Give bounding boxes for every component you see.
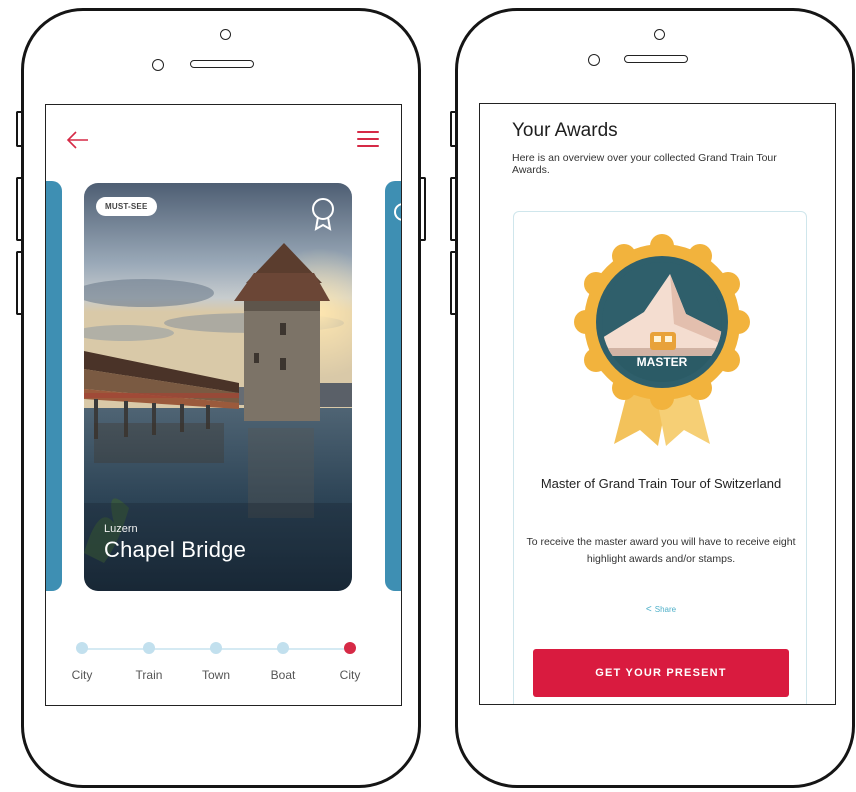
volume-up-button <box>450 177 455 241</box>
master-medal-icon: MASTER <box>574 234 750 446</box>
earpiece-speaker <box>190 60 254 68</box>
timeline-label: Boat <box>270 668 296 682</box>
card-city-label: Luzern <box>104 523 138 535</box>
volume-down-button <box>16 251 21 315</box>
page-description: Here is an overview over your collected … <box>512 152 777 176</box>
timeline-label: City <box>71 668 93 682</box>
mute-switch <box>450 111 455 147</box>
award-requirement: To receive the master award you will hav… <box>526 536 796 565</box>
destination-screen: MUST-SEE Luzern Chapel Bridge City Train… <box>45 104 402 706</box>
page-title: Your Awards <box>512 120 618 141</box>
timeline-label: Town <box>201 668 230 682</box>
award-ribbon-icon[interactable] <box>310 197 336 231</box>
timeline-label: City <box>339 668 361 682</box>
share-link[interactable]: < Share <box>514 604 808 615</box>
route-timeline: City Train Town Boat City <box>46 635 401 695</box>
power-button <box>421 177 426 241</box>
award-card: MASTER Master of Grand Train Tour of Swi… <box>513 211 808 704</box>
timeline-stop-boat[interactable]: Boat <box>253 635 313 682</box>
phone-frame-right: Your Awards Here is an overview over you… <box>450 8 855 788</box>
awards-screen: Your Awards Here is an overview over you… <box>479 103 836 705</box>
timeline-dot <box>277 642 289 654</box>
timeline-label: Train <box>135 668 163 682</box>
award-name: Master of Grand Train Tour of Switzerlan… <box>540 476 782 491</box>
timeline-stop-train[interactable]: Train <box>119 635 179 682</box>
timeline-dot <box>143 642 155 654</box>
must-see-badge: MUST-SEE <box>96 197 157 216</box>
timeline-dot <box>76 642 88 654</box>
share-icon: < <box>645 604 652 615</box>
share-label: Share <box>654 605 677 614</box>
mute-switch <box>16 111 21 147</box>
timeline-dot <box>210 642 222 654</box>
front-camera <box>588 54 600 66</box>
front-camera <box>152 59 164 71</box>
back-arrow-icon[interactable] <box>66 129 90 151</box>
volume-down-button <box>450 251 455 315</box>
volume-up-button <box>16 177 21 241</box>
timeline-dot-active <box>344 642 356 654</box>
front-sensor <box>220 29 231 40</box>
earpiece-speaker <box>624 55 688 63</box>
timeline-stop-city[interactable]: City <box>52 635 112 682</box>
timeline-stop-city-active[interactable]: City <box>320 635 380 682</box>
medal-label: MASTER <box>637 355 688 369</box>
get-present-button[interactable]: GET YOUR PRESENT <box>533 649 789 697</box>
hamburger-menu-icon[interactable] <box>357 131 379 149</box>
phone-frame-left: MUST-SEE Luzern Chapel Bridge City Train… <box>16 8 426 788</box>
front-sensor <box>654 29 665 40</box>
timeline-stop-town[interactable]: Town <box>186 635 246 682</box>
destination-card[interactable]: MUST-SEE Luzern Chapel Bridge <box>84 183 352 591</box>
previous-card-peek[interactable] <box>46 181 62 591</box>
card-title: Chapel Bridge <box>104 537 247 562</box>
next-card-peek[interactable] <box>385 181 401 591</box>
